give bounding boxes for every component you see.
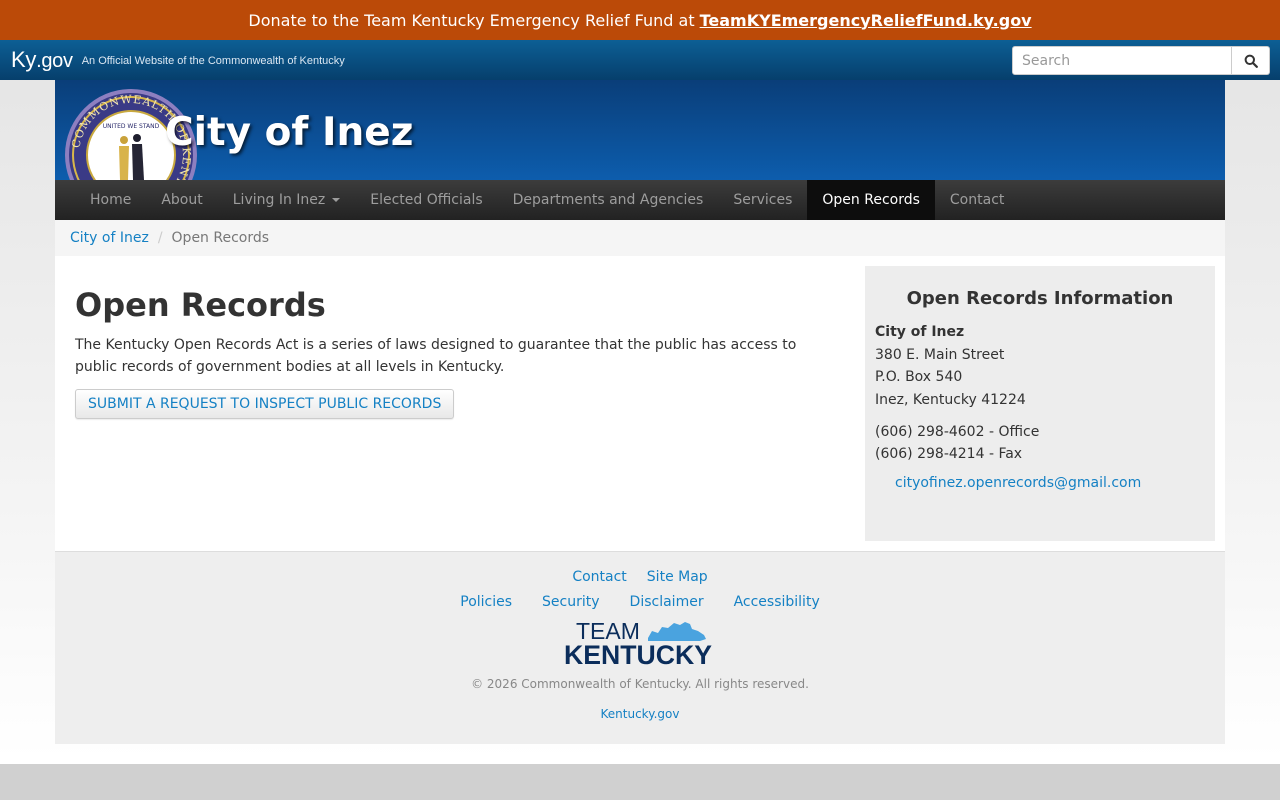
nav-open-records[interactable]: Open Records [807,180,935,220]
kygov-logo[interactable]: Ky.gov [11,47,73,73]
footer: Contact Site Map Policies Security Discl… [55,551,1225,744]
donate-banner-text: Donate to the Team Kentucky Emergency Re… [248,10,695,30]
main-nav: Home About Living In Inez Elected Offici… [55,180,1225,220]
nav-contact[interactable]: Contact [935,180,1019,220]
search-input[interactable] [1012,46,1232,75]
email-link[interactable]: cityofinez.openrecords@gmail.com [895,475,1205,491]
copyright-text: © 2026 Commonwealth of Kentucky. All rig… [471,677,809,691]
kentucky-gov-link-wrap: Kentucky.gov [55,707,1225,721]
nav-departments-agencies[interactable]: Departments and Agencies [498,180,719,220]
nav-home[interactable]: Home [75,180,146,220]
phone-fax: (606) 298-4214 - Fax [875,446,1023,462]
kygov-logo-suffix: .gov [36,50,73,72]
nav-elected-officials[interactable]: Elected Officials [355,180,497,220]
nav-living-in-inez-label: Living In Inez [232,192,326,208]
info-panel-title: Open Records Information [906,288,1174,309]
magnifier-icon [1244,54,1258,68]
seal-motto: UNITED WE STAND [103,123,160,130]
main-content: Open Records The Kentucky Open Records A… [55,256,1225,551]
site-header: COMMONWEALTH OF KENTUCKY UNITED WE STAND… [55,80,1225,180]
main-column: Open Records The Kentucky Open Records A… [75,286,835,420]
nav-living-in-inez[interactable]: Living In Inez [218,180,356,220]
kygov-tagline: An Official Website of the Commonwealth … [81,55,345,67]
phone-office: (606) 298-4602 - Office [875,424,1040,440]
address-city-state: Inez, Kentucky 41224 [875,391,1026,408]
address-street: 380 E. Main Street [875,346,1005,363]
footer-link-contact[interactable]: Contact [562,569,636,585]
search-button[interactable] [1232,46,1270,75]
breadcrumb: City of Inez / Open Records [55,220,1225,256]
kygov-bar: Ky.gov An Official Website of the Common… [0,40,1280,80]
footer-link-disclaimer[interactable]: Disclaimer [615,594,719,610]
footer-links-row-2: Policies Security Disclaimer Accessibili… [55,594,1225,610]
footer-link-security[interactable]: Security [527,594,615,610]
donate-banner: Donate to the Team Kentucky Emergency Re… [0,0,1280,40]
address-block: City of Inez 380 E. Main Street P.O. Box… [875,321,1205,411]
page-bottom-bar [0,764,1280,800]
breadcrumb-current: Open Records [171,230,270,246]
site-title[interactable]: City of Inez [165,110,413,155]
nav-services[interactable]: Services [718,180,807,220]
kentucky-state-icon [648,622,706,641]
donate-fund-link[interactable]: TeamKYEmergencyReliefFund.ky.gov [700,11,1032,30]
caret-down-icon [332,198,341,202]
address-po-box: P.O. Box 540 [875,369,963,385]
phone-block: (606) 298-4602 - Office (606) 298-4214 -… [875,421,1205,465]
kentucky-gov-link[interactable]: Kentucky.gov [601,707,680,721]
footer-link-accessibility[interactable]: Accessibility [719,594,835,610]
open-records-info-panel: Open Records Information City of Inez 38… [865,266,1215,541]
intro-text: The Kentucky Open Records Act is a serie… [75,337,797,376]
submit-request-button[interactable]: SUBMIT A REQUEST TO INSPECT PUBLIC RECOR… [75,389,455,420]
kygov-logo-main: Ky [11,47,37,72]
team-kentucky-logo-bottom: KENTUCKY [564,640,712,667]
search-form [1012,46,1270,75]
page-title: Open Records [75,286,326,324]
nav-about[interactable]: About [146,180,217,220]
address-org: City of Inez [875,324,965,340]
breadcrumb-separator: / [157,230,163,246]
footer-links-row-1: Contact Site Map [55,569,1225,585]
breadcrumb-home-link[interactable]: City of Inez [70,230,149,246]
footer-link-site-map[interactable]: Site Map [637,569,718,585]
footer-link-policies[interactable]: Policies [445,594,527,610]
team-kentucky-logo[interactable]: TEAM KENTUCKY [564,619,716,667]
